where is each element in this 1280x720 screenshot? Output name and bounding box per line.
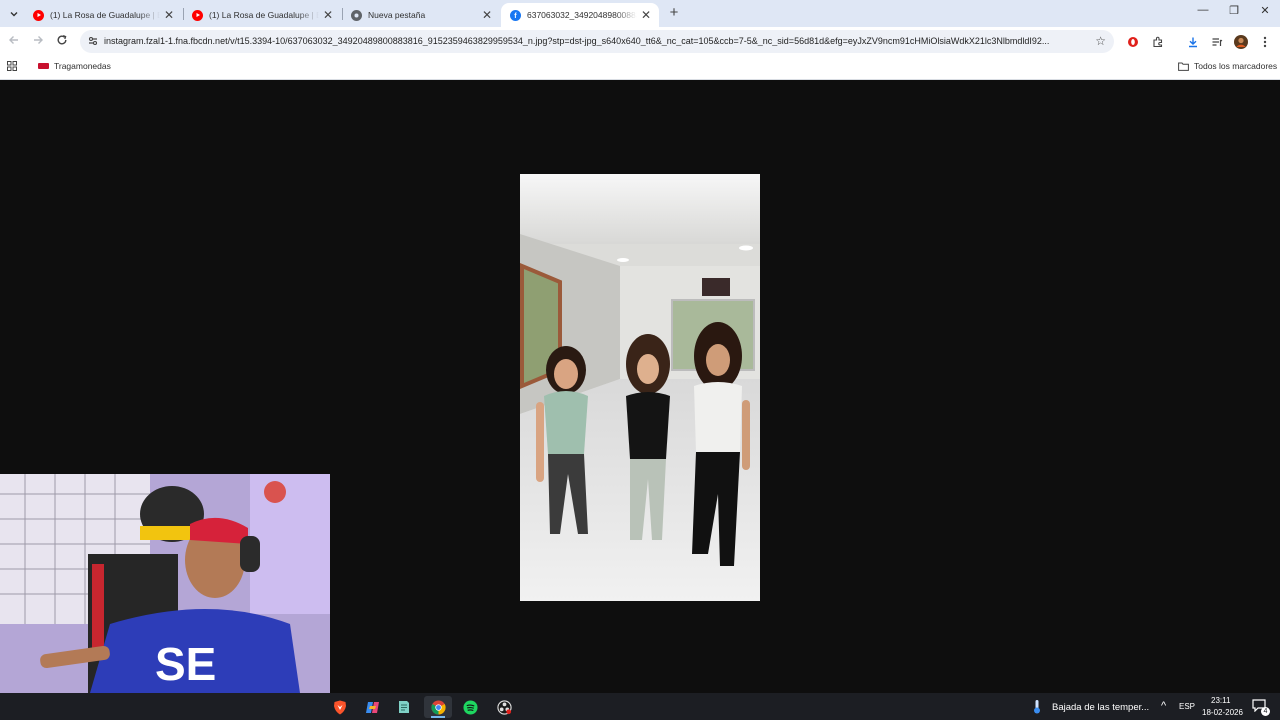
- bookmark-label: Tragamonedas: [54, 61, 111, 71]
- tab-title: 637063032_3492048980088381: [527, 10, 637, 20]
- profile-avatar[interactable]: [1233, 34, 1249, 50]
- tab-new-tab[interactable]: Nueva pestaña ✕: [342, 3, 500, 27]
- reload-icon: [57, 35, 67, 45]
- extensions-icon[interactable]: [1150, 34, 1166, 50]
- weather-text[interactable]: Bajada de las temper...: [1052, 702, 1149, 713]
- tab-youtube-1[interactable]: (1) La Rosa de Guadalupe | EL S ✕: [24, 3, 182, 27]
- back-button[interactable]: [5, 33, 23, 51]
- tab-search-button[interactable]: [4, 4, 24, 24]
- reload-button[interactable]: [53, 33, 71, 51]
- bookmark-star-icon[interactable]: ☆: [1095, 34, 1106, 48]
- tab-title: (1) La Rosa de Guadalupe | EL S: [209, 10, 319, 20]
- all-bookmarks-button[interactable]: Todos los marcadores: [1178, 61, 1277, 71]
- chevron-up-icon[interactable]: ^: [1161, 700, 1166, 712]
- svg-text:SE: SE: [155, 638, 216, 690]
- site-settings-icon[interactable]: [87, 35, 99, 47]
- svg-text:f: f: [514, 13, 517, 19]
- opera-extension-icon[interactable]: [1125, 34, 1141, 50]
- chevron-down-icon: [10, 12, 18, 17]
- language-indicator[interactable]: ESP: [1179, 702, 1195, 711]
- arrow-left-icon: [9, 36, 18, 44]
- spotify-icon[interactable]: [456, 696, 484, 718]
- bookmarks-bar: Tragamonedas Todos los marcadores: [0, 56, 1280, 80]
- obs-icon[interactable]: [490, 696, 518, 718]
- tab-active-image[interactable]: f 637063032_3492048980088381 ✕: [501, 3, 659, 27]
- chrome-icon: [351, 9, 362, 21]
- close-window-button[interactable]: ✕: [1250, 4, 1280, 17]
- slot-site-icon: [38, 63, 49, 69]
- copilot-icon[interactable]: [358, 696, 386, 718]
- close-tab-icon[interactable]: ✕: [641, 8, 651, 22]
- tab-title: (1) La Rosa de Guadalupe | EL S: [50, 10, 160, 20]
- webcam-overlay: SE: [0, 474, 330, 693]
- downloads-icon[interactable]: [1185, 34, 1201, 50]
- brave-icon[interactable]: [326, 696, 354, 718]
- url-text[interactable]: instagram.fzal1-1.fna.fbcdn.net/v/t15.33…: [104, 36, 1094, 46]
- weather-icon[interactable]: [1032, 699, 1042, 716]
- browser-toolbar: instagram.fzal1-1.fna.fbcdn.net/v/t15.33…: [0, 27, 1280, 56]
- forward-button[interactable]: [29, 33, 47, 51]
- youtube-icon: [33, 9, 44, 21]
- image-viewer: SE: [0, 80, 1280, 693]
- tab-title: Nueva pestaña: [368, 10, 426, 20]
- windows-taskbar: Bajada de las temper... ^ ESP 23:11 18-0…: [0, 693, 1280, 720]
- tab-youtube-2[interactable]: (1) La Rosa de Guadalupe | EL S ✕: [183, 3, 341, 27]
- address-bar[interactable]: instagram.fzal1-1.fna.fbcdn.net/v/t15.33…: [80, 30, 1114, 53]
- apps-grid-icon[interactable]: [7, 61, 17, 71]
- notification-count: 4: [1261, 707, 1270, 716]
- clock-date[interactable]: 18-02-2026: [1202, 708, 1243, 717]
- clock-time[interactable]: 23:11: [1211, 696, 1230, 705]
- chrome-icon[interactable]: [424, 696, 452, 718]
- bookmark-label: Todos los marcadores: [1194, 61, 1278, 71]
- displayed-image[interactable]: [520, 174, 760, 601]
- close-tab-icon[interactable]: ✕: [323, 8, 333, 22]
- more-menu-icon[interactable]: [1257, 34, 1273, 50]
- media-controls-icon[interactable]: [1209, 34, 1225, 50]
- restore-button[interactable]: ❐: [1219, 4, 1249, 17]
- new-tab-button[interactable]: +: [664, 4, 684, 21]
- youtube-icon: [192, 9, 203, 21]
- tab-strip: (1) La Rosa de Guadalupe | EL S ✕ (1) La…: [0, 0, 1280, 27]
- close-tab-icon[interactable]: ✕: [482, 8, 492, 22]
- arrow-right-icon: [34, 36, 43, 44]
- facebook-icon: f: [510, 9, 521, 21]
- close-tab-icon[interactable]: ✕: [164, 8, 174, 22]
- notepad-icon[interactable]: [390, 696, 418, 718]
- minimize-button[interactable]: —: [1188, 4, 1218, 16]
- folder-icon: [1178, 62, 1189, 71]
- bookmark-tragamonedas[interactable]: Tragamonedas: [38, 61, 111, 71]
